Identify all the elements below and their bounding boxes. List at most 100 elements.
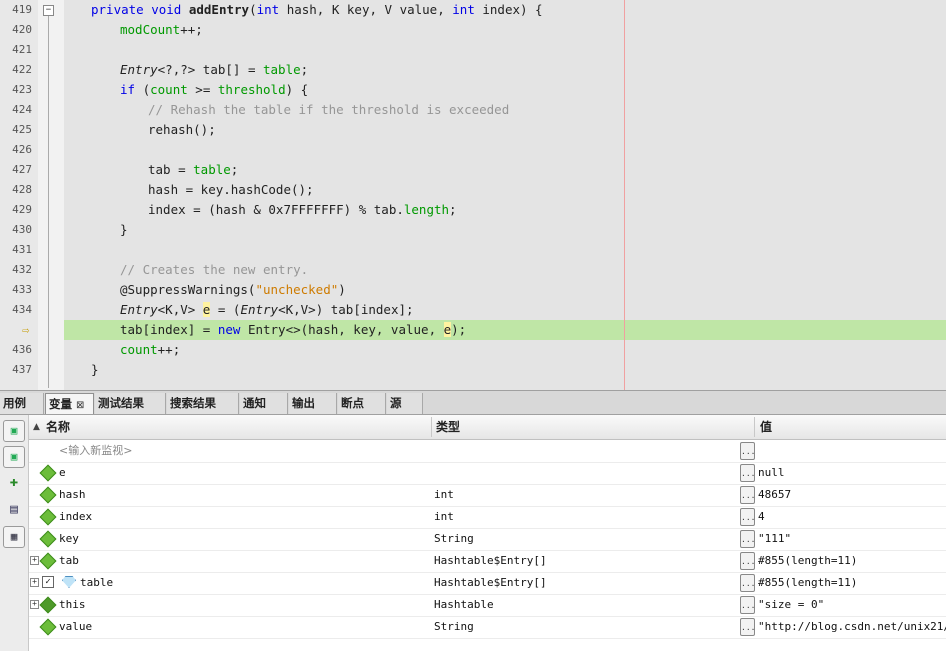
code-text: hash, K key, V value,	[279, 2, 453, 17]
close-icon[interactable]: ⊠	[76, 400, 84, 411]
tab-test-cases[interactable]: 用例	[0, 393, 44, 414]
expand-icon[interactable]: +	[30, 578, 39, 587]
line-number: 437	[12, 363, 32, 376]
comment: // Creates the new entry.	[120, 262, 309, 277]
column-header-type[interactable]: 类型	[436, 415, 460, 439]
type-name: Entry	[120, 62, 158, 77]
code-text: ) {	[285, 82, 309, 97]
code-text: (	[249, 2, 257, 17]
edit-value-button[interactable]: ...	[740, 464, 755, 482]
line-number: 426	[12, 143, 32, 156]
edit-value-button[interactable]: ...	[740, 618, 755, 636]
field: table	[193, 162, 231, 177]
variable-value[interactable]: "111"	[758, 528, 791, 550]
variable-value[interactable]: "http://blog.csdn.net/unix21/"	[758, 616, 946, 638]
edit-value-button[interactable]: ...	[740, 530, 755, 548]
code-text: tab[index] =	[120, 322, 218, 337]
code-text: hash = key.hashCode();	[148, 182, 314, 197]
edit-value-button[interactable]: ...	[740, 596, 755, 614]
code-line: 429 index = (hash & 0x7FFFFFFF) % tab.le…	[0, 200, 946, 220]
field: modCount	[120, 22, 181, 37]
new-watch-icon[interactable]: ✚	[3, 472, 25, 494]
column-divider[interactable]	[431, 417, 432, 437]
code-text: <?,?> tab[] =	[157, 62, 263, 77]
tab-label: 断点	[341, 396, 364, 410]
auto-variables-icon[interactable]: ▦	[3, 526, 25, 548]
line-number: 430	[12, 223, 32, 236]
show-watches-icon[interactable]: ▣	[3, 446, 25, 468]
code-line: 421	[0, 40, 946, 60]
tab-breakpoints[interactable]: 断点	[338, 393, 386, 414]
variable-value[interactable]: null	[758, 462, 785, 484]
variable-value[interactable]: 48657	[758, 484, 791, 506]
edit-value-button[interactable]: ...	[740, 508, 755, 526]
pin-watch-icon[interactable]: ▣	[3, 420, 25, 442]
new-watch-row[interactable]: <输入新监视> ...	[29, 440, 946, 463]
field: count	[120, 342, 158, 357]
tab-label: 测试结果	[98, 396, 144, 410]
edit-value-button[interactable]: ...	[740, 442, 755, 460]
field-icon	[62, 576, 76, 588]
field: threshold	[217, 82, 286, 97]
code-line: 432 // Creates the new entry.	[0, 260, 946, 280]
line-number: 427	[12, 163, 32, 176]
variable-value[interactable]: 4	[758, 506, 765, 528]
variable-type: Hashtable	[434, 598, 494, 611]
column-header-name[interactable]: 名称	[46, 415, 70, 439]
expand-icon[interactable]: +	[30, 600, 39, 609]
local-variable-icon	[39, 530, 57, 548]
variable-row[interactable]: index int ... 4	[29, 506, 946, 529]
tab-sources[interactable]: 源	[387, 393, 423, 414]
variables-header: ▲ 名称 类型 值	[29, 415, 946, 440]
tab-label: 变量	[49, 397, 72, 411]
variable-value[interactable]: "size = 0"	[758, 594, 824, 616]
code-text: rehash();	[148, 122, 216, 137]
line-number: 428	[12, 183, 32, 196]
new-watch-placeholder[interactable]: <输入新监视>	[59, 440, 132, 462]
variable-row[interactable]: hash int ... 48657	[29, 484, 946, 507]
variable-row[interactable]: key String ... "111"	[29, 528, 946, 551]
code-line: 424 // Rehash the table if the threshold…	[0, 100, 946, 120]
code-line: 433 @SuppressWarnings("unchecked")	[0, 280, 946, 300]
column-divider[interactable]	[754, 417, 755, 437]
evaluate-expression-icon[interactable]: ▤	[3, 499, 25, 521]
tab-notifications[interactable]: 通知	[240, 393, 288, 414]
tab-label: 源	[390, 396, 402, 410]
variable-row[interactable]: + this Hashtable ... "size = 0"	[29, 594, 946, 617]
variable-row[interactable]: e ... null	[29, 462, 946, 485]
code-text: ;	[300, 62, 309, 77]
variable-row[interactable]: + ✓ table Hashtable$Entry[] ... #855(len…	[29, 572, 946, 595]
variable-row[interactable]: + tab Hashtable$Entry[] ... #855(length=…	[29, 550, 946, 573]
line-number: 436	[12, 343, 32, 356]
column-header-value[interactable]: 值	[760, 415, 772, 439]
code-text: tab =	[148, 162, 194, 177]
edit-value-button[interactable]: ...	[740, 552, 755, 570]
edit-value-button[interactable]: ...	[740, 574, 755, 592]
line-number: 432	[12, 263, 32, 276]
keyword: if	[120, 82, 136, 97]
debug-tab-bar: 用例 变量 ⊠ 测试结果 搜索结果 通知 输出 断点 源	[0, 390, 946, 415]
watch-checkbox[interactable]: ✓	[42, 576, 54, 588]
tab-label: 通知	[243, 396, 266, 410]
code-line: 428 hash = key.hashCode();	[0, 180, 946, 200]
code-text: <K,V>) tab[index];	[278, 302, 414, 317]
variable-row[interactable]: value String ... "http://blog.csdn.net/u…	[29, 616, 946, 639]
line-number: 422	[12, 63, 32, 76]
local-variable-icon	[39, 464, 57, 482]
tab-variables[interactable]: 变量 ⊠	[45, 393, 94, 414]
code-text: = (	[210, 302, 241, 317]
edit-value-button[interactable]: ...	[740, 486, 755, 504]
tab-label: 用例	[3, 396, 26, 410]
variable-value[interactable]: #855(length=11)	[758, 572, 857, 594]
tab-output[interactable]: 输出	[289, 393, 337, 414]
code-line: 426	[0, 140, 946, 160]
tab-test-results[interactable]: 测试结果	[95, 393, 166, 414]
variable-type: int	[434, 510, 454, 523]
code-text: }	[120, 222, 128, 237]
code-editor[interactable]: − ⇨ 419 private void addEntry(int hash, …	[0, 0, 946, 390]
type-name: Entry	[240, 302, 279, 317]
tab-search-results[interactable]: 搜索结果	[167, 393, 239, 414]
expand-icon[interactable]: +	[30, 556, 39, 565]
sort-ascending-icon[interactable]: ▲	[33, 415, 40, 439]
variable-value[interactable]: #855(length=11)	[758, 550, 857, 572]
